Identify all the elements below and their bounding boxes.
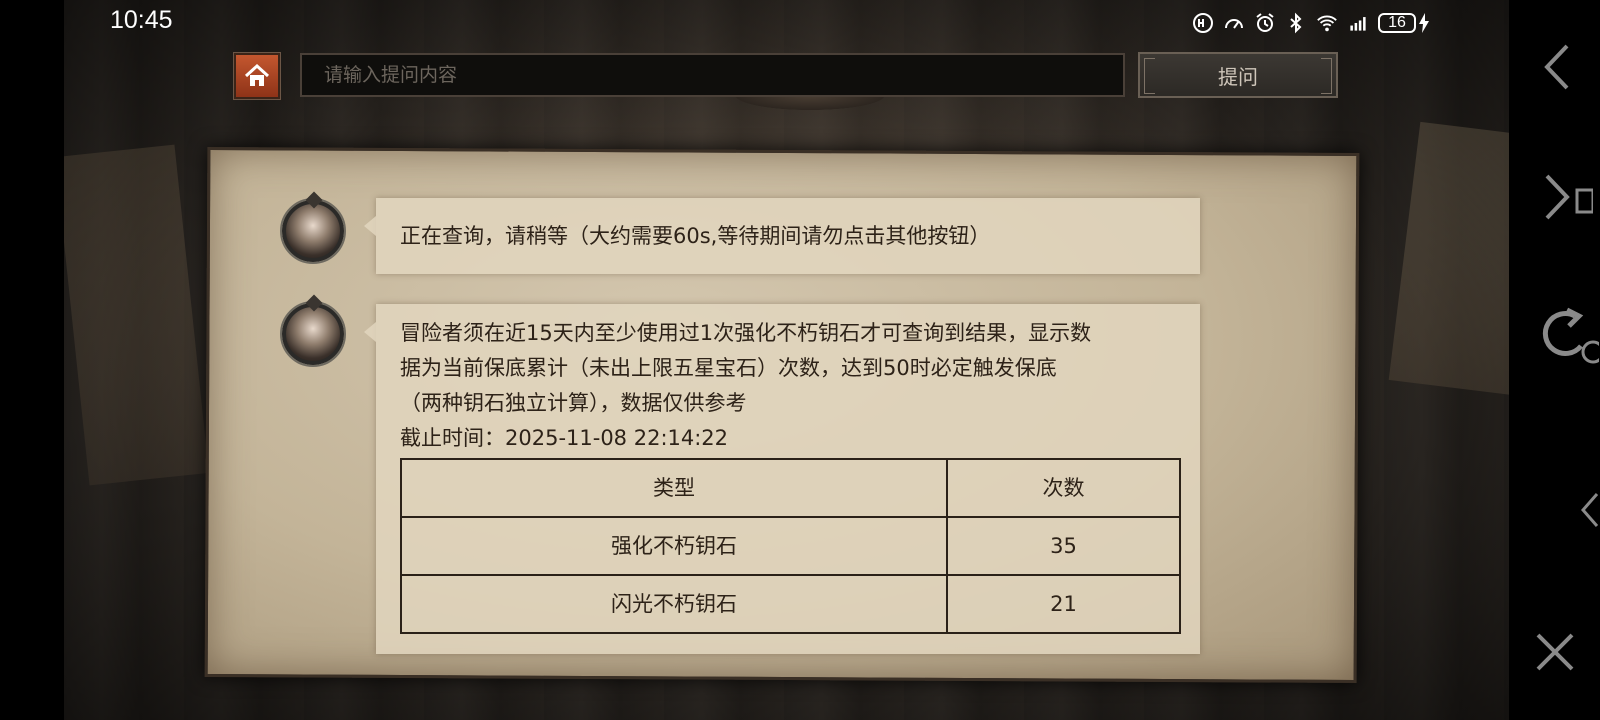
back-icon[interactable] <box>1543 44 1571 90</box>
table-row: 强化不朽钥石 35 <box>400 516 1181 576</box>
result-table: 类型 次数 强化不朽钥石 35 闪光不朽钥石 21 <box>400 458 1181 634</box>
home-icon <box>244 64 270 86</box>
charging-icon <box>1419 13 1429 33</box>
ask-button[interactable]: 提问 <box>1138 52 1338 98</box>
result-text-line: （两种钥石独立计算），数据仅供参考 <box>400 391 747 415</box>
result-text-line: 冒险者须在近15天内至少使用过1次强化不朽钥石才可查询到结果，显示数 <box>400 321 1092 345</box>
home-button[interactable] <box>233 52 281 100</box>
bluetooth-icon <box>1285 12 1307 34</box>
alarm-icon <box>1254 12 1276 34</box>
background-paper-left <box>64 144 209 486</box>
close-icon[interactable] <box>1535 632 1575 672</box>
question-input[interactable] <box>300 53 1125 97</box>
result-text-line: 据为当前保底累计（未出上限五星宝石）次数，达到50时必定触发保底 <box>400 356 1057 380</box>
table-row: 闪光不朽钥石 21 <box>400 574 1181 634</box>
cellular-4g-icon <box>1347 12 1369 34</box>
status-icons: 16 <box>1192 8 1430 38</box>
deadline-time: 截止时间：2025-11-08 22:14:22 <box>400 426 729 450</box>
table-cell-type: 闪光不朽钥石 <box>400 574 948 634</box>
message-bubble-result: 冒险者须在近15天内至少使用过1次强化不朽钥石才可查询到结果，显示数 据为当前保… <box>364 304 1200 654</box>
column-header-count: 次数 <box>946 458 1181 518</box>
background-paper-right <box>1388 121 1509 399</box>
battery-indicator: 16 <box>1378 12 1430 34</box>
refresh-icon[interactable] <box>1537 306 1599 370</box>
speed-icon <box>1223 12 1245 34</box>
message-bubble-waiting: 正在查询，请稍等（大约需要60s,等待期间请勿点击其他按钮） <box>364 198 1200 274</box>
hd-icon <box>1192 12 1214 34</box>
system-nav-panel <box>1509 0 1600 720</box>
table-cell-type: 强化不朽钥石 <box>400 516 948 576</box>
npc-avatar <box>280 198 346 264</box>
table-header-row: 类型 次数 <box>400 458 1181 518</box>
waiting-message-text: 正在查询，请稍等（大约需要60s,等待期间请勿点击其他按钮） <box>400 223 991 248</box>
status-time: 10:45 <box>110 6 173 34</box>
ask-button-label: 提问 <box>1218 64 1258 89</box>
battery-level: 16 <box>1378 13 1416 33</box>
table-cell-count: 35 <box>946 516 1181 576</box>
wifi-icon <box>1316 12 1338 34</box>
collapse-icon[interactable] <box>1579 490 1599 530</box>
left-gutter <box>0 0 64 720</box>
column-header-type: 类型 <box>400 458 948 518</box>
npc-avatar <box>280 301 346 367</box>
forward-icon[interactable] <box>1543 172 1593 222</box>
table-cell-count: 21 <box>946 574 1181 634</box>
